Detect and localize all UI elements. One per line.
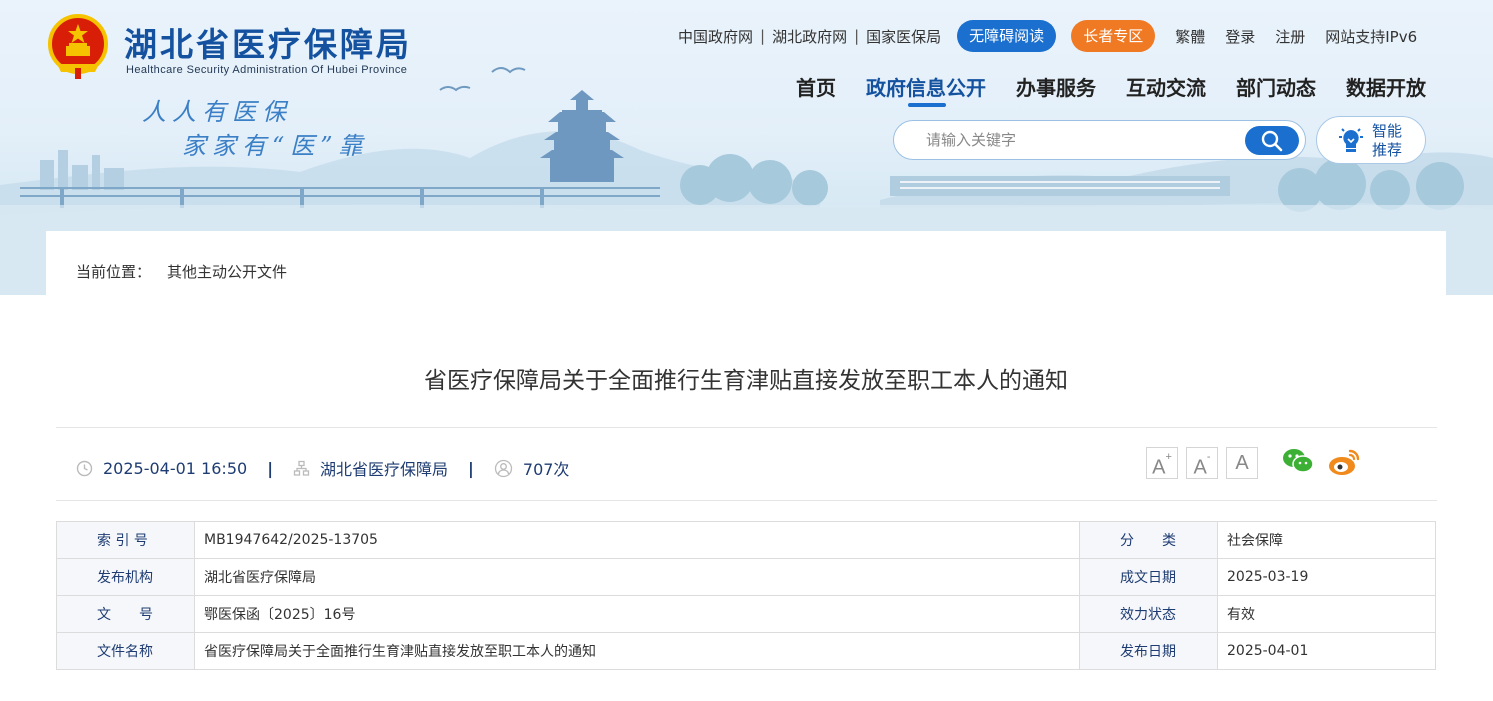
nav-open-data[interactable]: 数据开放: [1346, 72, 1426, 101]
divider: |: [854, 27, 860, 45]
slogan-line-1: 人人有医保: [142, 98, 292, 126]
link-nhsa[interactable]: 国家医保局: [866, 26, 941, 47]
article-meta: 2025-04-01 16:50 | 湖北省医疗保障局 | 707次: [76, 456, 569, 480]
login-link[interactable]: 登录: [1225, 26, 1255, 47]
table-label: 成文日期: [1079, 558, 1218, 596]
bulb-icon: [1339, 128, 1363, 152]
clock-icon: [76, 460, 93, 477]
table-label: 发布机构: [56, 558, 195, 596]
table-value: 省医疗保障局关于全面推行生育津贴直接发放至职工本人的通知: [194, 632, 1080, 670]
table-label: 分 类: [1079, 521, 1218, 559]
nav-home[interactable]: 首页: [796, 72, 836, 101]
divider: |: [468, 458, 474, 478]
article-source: 湖北省医疗保障局: [320, 460, 449, 479]
table-value: MB1947642/2025-13705: [194, 521, 1080, 559]
site-title: 湖北省医疗保障局: [124, 25, 412, 64]
table-value: 鄂医保函〔2025〕16号: [194, 595, 1080, 633]
table-row: 文 号 鄂医保函〔2025〕16号 效力状态 有效: [56, 595, 1436, 633]
weibo-icon[interactable]: [1328, 447, 1362, 477]
breadcrumb-label: 当前位置：: [76, 263, 152, 281]
divider: |: [760, 27, 766, 45]
divider: |: [267, 458, 274, 478]
divider: [56, 500, 1437, 501]
elderly-zone-button[interactable]: 长者专区: [1071, 20, 1156, 52]
user-icon: [494, 459, 513, 478]
wechat-icon[interactable]: [1282, 447, 1314, 475]
breadcrumb: 当前位置： 其他主动公开文件: [76, 261, 287, 282]
table-row: 文件名称 省医疗保障局关于全面推行生育津贴直接发放至职工本人的通知 发布日期 2…: [56, 632, 1436, 670]
national-emblem-icon: [48, 14, 108, 79]
article-title: 省医疗保障局关于全面推行生育津贴直接发放至职工本人的通知: [424, 368, 1068, 394]
nav-interaction[interactable]: 互动交流: [1126, 72, 1206, 101]
font-increase-button[interactable]: A+: [1146, 447, 1178, 479]
register-link[interactable]: 注册: [1275, 26, 1305, 47]
document-info-table: 索 引 号 MB1947642/2025-13705 分 类 社会保障 发布机构…: [56, 521, 1436, 670]
table-row: 索 引 号 MB1947642/2025-13705 分 类 社会保障: [56, 521, 1436, 559]
table-label: 发布日期: [1079, 632, 1218, 670]
publish-datetime: 2025-04-01 16:50: [103, 458, 248, 478]
view-count: 707次: [522, 460, 570, 479]
table-label: 效力状态: [1079, 595, 1218, 633]
site-subtitle: Healthcare Security Administration Of Hu…: [126, 64, 408, 76]
breadcrumb-current[interactable]: 其他主动公开文件: [167, 263, 287, 281]
ipv6-support-text: 网站支持IPv6: [1325, 27, 1418, 46]
main-nav: 首页 政府信息公开 办事服务 互动交流 部门动态 数据开放: [796, 72, 1426, 107]
nav-services[interactable]: 办事服务: [1016, 72, 1096, 101]
smart-recommend-label: 智能推荐: [1372, 122, 1403, 159]
search-box: [893, 120, 1306, 160]
accessible-reading-button[interactable]: 无障碍阅读: [957, 20, 1057, 52]
font-reset-button[interactable]: A: [1226, 447, 1258, 479]
slogan-line-2: 家家有“医”靠: [182, 132, 369, 160]
table-label: 文件名称: [56, 632, 195, 670]
table-value: 2025-03-19: [1217, 558, 1436, 596]
table-row: 发布机构 湖北省医疗保障局 成文日期 2025-03-19: [56, 558, 1436, 596]
table-label: 索 引 号: [56, 521, 195, 559]
search-input[interactable]: [926, 129, 1226, 151]
table-value: 社会保障: [1217, 521, 1436, 559]
search-button[interactable]: [1245, 126, 1299, 155]
table-value: 有效: [1217, 595, 1436, 633]
nav-department-news[interactable]: 部门动态: [1236, 72, 1316, 101]
content-card: 当前位置： 其他主动公开文件 省医疗保障局关于全面推行生育津贴直接发放至职工本人的…: [46, 231, 1446, 701]
font-decrease-button[interactable]: A-: [1186, 447, 1218, 479]
nav-gov-info-disclosure[interactable]: 政府信息公开: [866, 72, 986, 107]
table-value: 湖北省医疗保障局: [194, 558, 1080, 596]
table-value: 2025-04-01: [1217, 632, 1436, 670]
smart-recommend-button[interactable]: 智能推荐: [1316, 116, 1426, 164]
search-icon: [1261, 130, 1283, 151]
link-hubei-gov[interactable]: 湖北政府网: [772, 26, 847, 47]
traditional-chinese-link[interactable]: 繁體: [1175, 26, 1205, 47]
top-links: 中国政府网 | 湖北政府网 | 国家医保局 无障碍阅读 长者专区 繁體 登录 注…: [678, 20, 1417, 52]
table-label: 文 号: [56, 595, 195, 633]
org-icon: [293, 460, 310, 477]
link-gov-cn[interactable]: 中国政府网: [678, 26, 753, 47]
divider: [56, 427, 1437, 428]
